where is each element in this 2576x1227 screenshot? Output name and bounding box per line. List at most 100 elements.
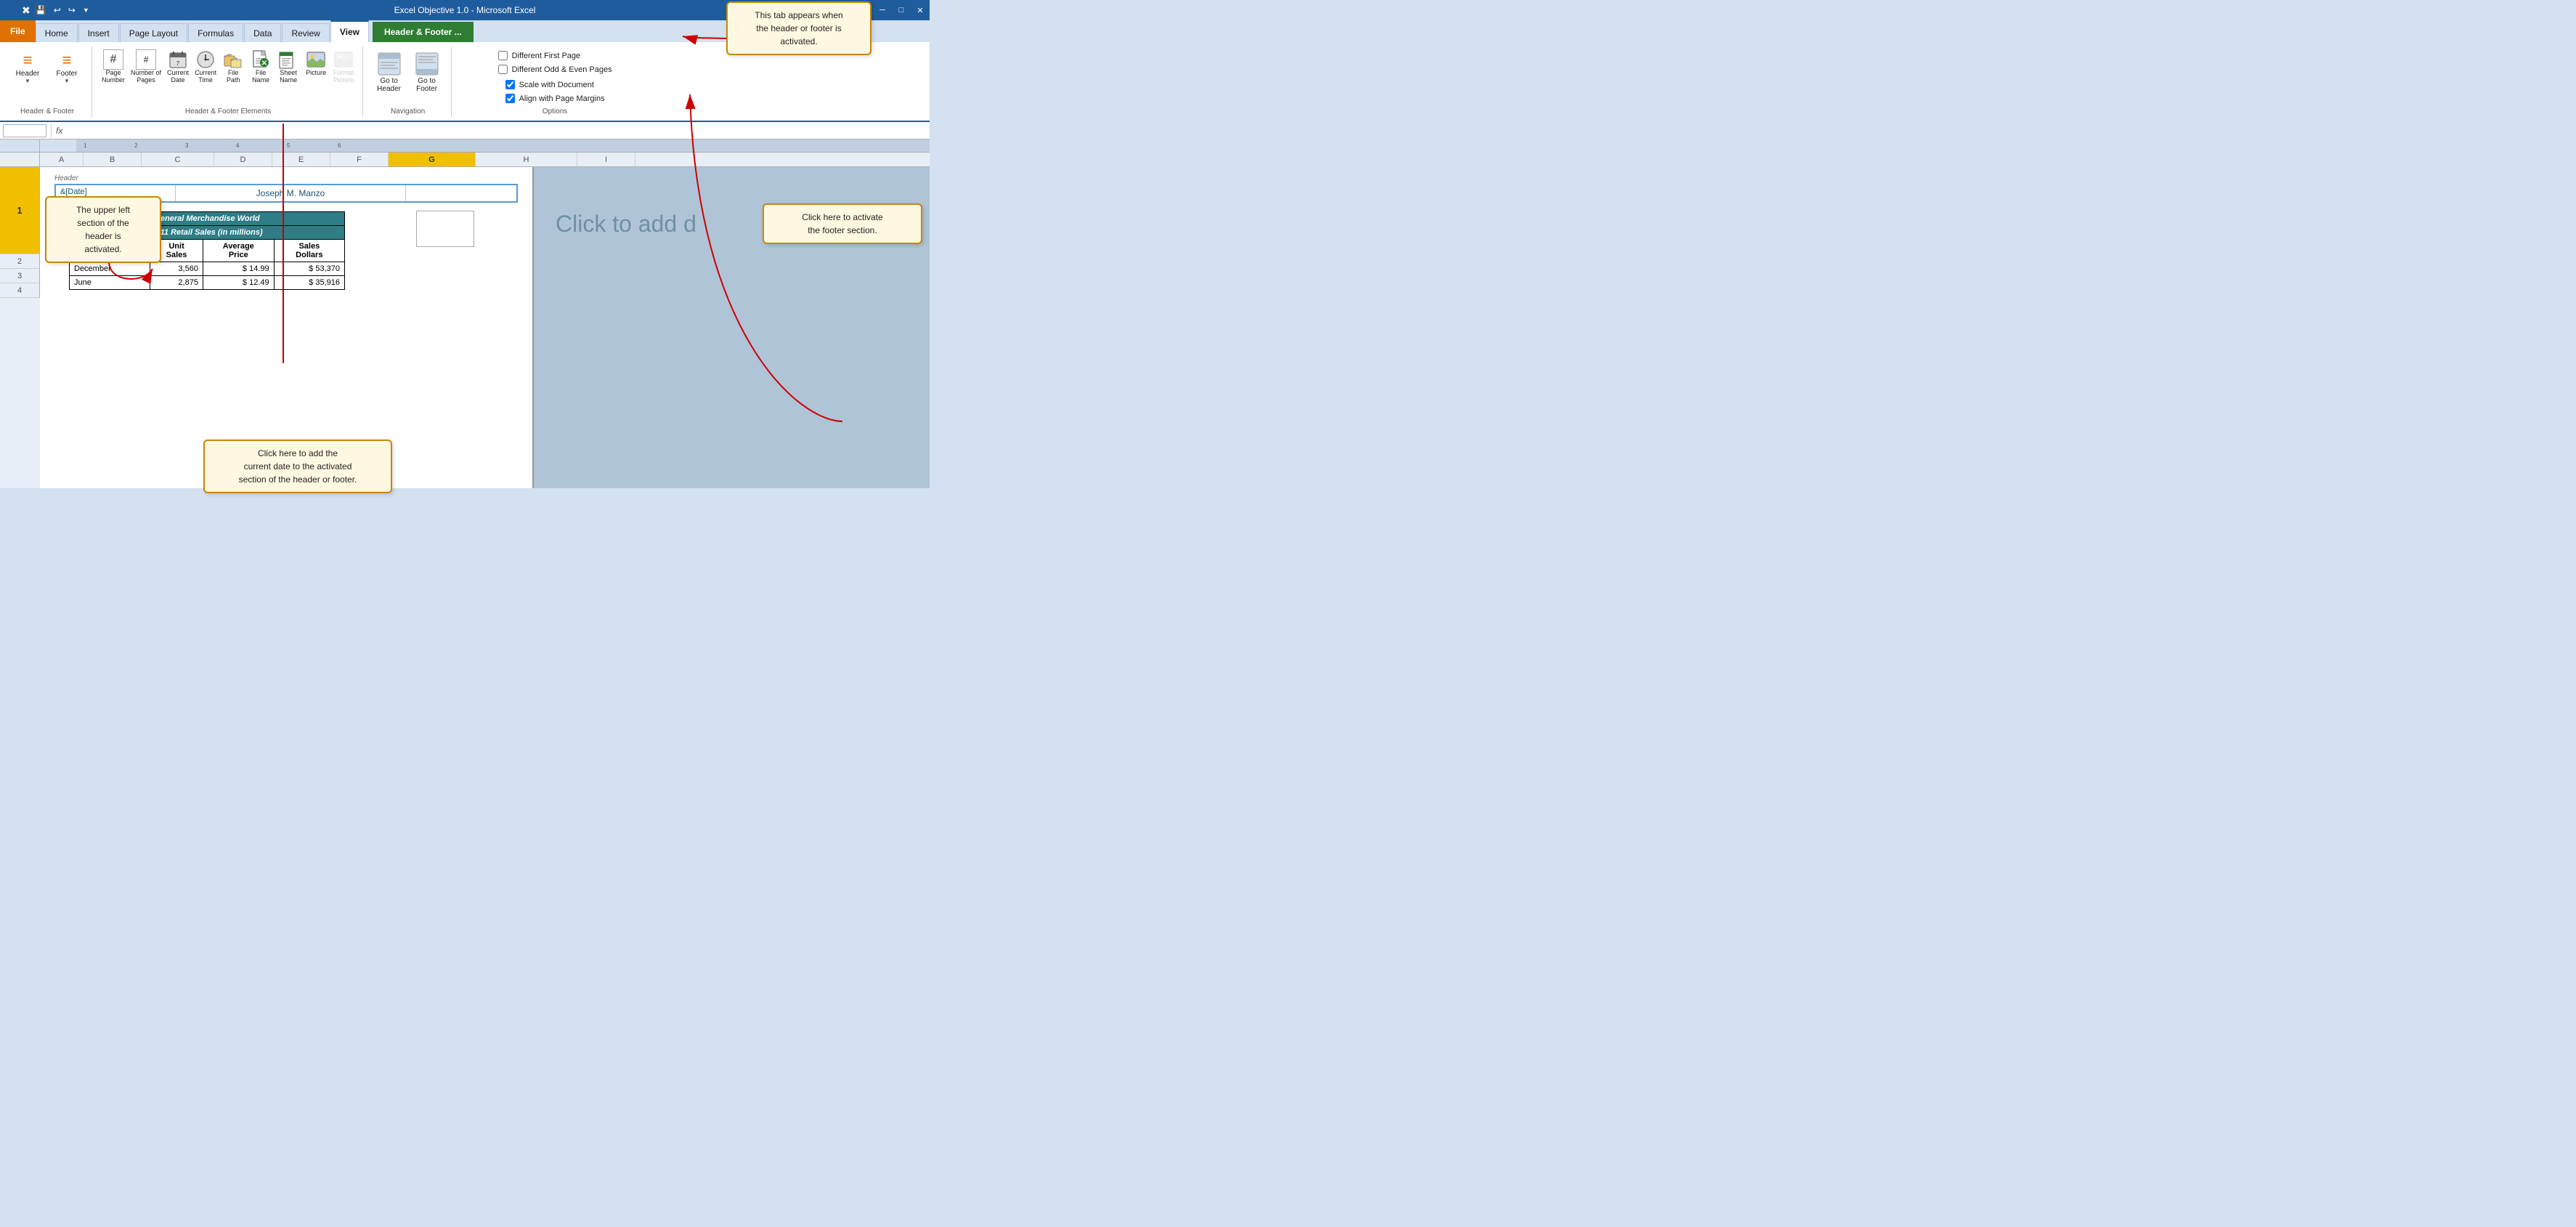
svg-text:✕: ✕ — [261, 60, 267, 68]
tab-data[interactable]: Data — [244, 23, 281, 42]
col-header-f[interactable]: F — [330, 153, 389, 166]
col-headers: A B C D E F G H I — [40, 153, 930, 167]
number-of-pages-icon: # — [136, 49, 156, 70]
row-header-1[interactable]: 1 — [0, 167, 40, 254]
tab-file[interactable]: File — [0, 20, 36, 42]
tab-view[interactable]: View — [330, 20, 369, 42]
navigation-buttons: Go toHeader Go toFooter — [371, 48, 445, 106]
save-icon[interactable]: 💾 — [33, 5, 49, 15]
date-info-callout: Click here to add the current date to th… — [203, 440, 392, 493]
go-to-footer-button[interactable]: Go toFooter — [409, 48, 445, 96]
tab-header-footer[interactable]: Header & Footer ... — [373, 22, 474, 42]
sheet-body: Header &[Date] Joseph M. Manzo General M… — [40, 167, 930, 488]
close-button[interactable]: ✕ — [911, 0, 930, 20]
tab-info-callout: This tab appears when the header or foot… — [726, 1, 871, 55]
file-name-icon: ✕ — [251, 49, 271, 70]
row-header-2[interactable]: 2 — [0, 254, 40, 269]
tab-insert[interactable]: Insert — [78, 23, 119, 42]
table-row: June 2,875 $ 12.49 $ 35,916 — [70, 276, 345, 290]
current-date-button[interactable]: 7 CurrentDate — [165, 48, 191, 86]
maximize-button[interactable]: □ — [892, 0, 911, 20]
table-row: December 3,560 $ 14.99 $ 53,370 — [70, 262, 345, 276]
col-header-h[interactable]: H — [476, 153, 577, 166]
footer-arrow: ▼ — [64, 78, 70, 84]
header-arrow: ▼ — [25, 78, 31, 84]
file-name-button[interactable]: ✕ FileName — [248, 48, 274, 86]
footer-rect — [416, 211, 474, 247]
tab-page-layout[interactable]: Page Layout — [120, 23, 187, 42]
page-number-button[interactable]: # PageNumber — [99, 48, 127, 86]
name-box[interactable] — [3, 124, 46, 137]
different-odd-even-row: Different Odd & Even Pages — [498, 65, 612, 74]
click-to-add-text: Click to add d — [556, 211, 696, 238]
quick-access-toolbar: ✖ 💾 ↩ ↪ ▼ — [22, 0, 92, 20]
different-odd-even-checkbox[interactable] — [498, 65, 508, 74]
ribbon-group-navigation: Go toHeader Go toFooter — [365, 46, 452, 117]
fx-label: fx — [56, 126, 62, 136]
col-header-i[interactable]: I — [577, 153, 635, 166]
cell-unit-dec: 3,560 — [150, 262, 203, 276]
row-header-3[interactable]: 3 — [0, 269, 40, 283]
sheet-content: 1 2 3 4 5 6 A B C D E F G H — [40, 139, 930, 488]
cell-sales-jun: $ 35,916 — [274, 276, 344, 290]
undo-icon[interactable]: ↩ — [52, 5, 63, 15]
window-controls: ─ □ ✕ — [873, 0, 930, 20]
right-panel: Click to add d Click here to activate th… — [534, 167, 930, 488]
col-header-c[interactable]: C — [142, 153, 214, 166]
col-header-e[interactable]: E — [272, 153, 330, 166]
go-to-header-icon — [376, 51, 402, 77]
sheet-name-icon — [278, 49, 298, 70]
col-header-g[interactable]: G — [389, 153, 476, 166]
app-icon: ✖ — [22, 4, 31, 17]
upper-left-callout: The upper left section of the header is … — [45, 196, 161, 263]
cell-month-jun: June — [70, 276, 150, 290]
formula-bar: fx — [0, 122, 930, 139]
ruler: 1 2 3 4 5 6 — [40, 139, 930, 153]
customize-icon[interactable]: ▼ — [81, 7, 92, 14]
current-time-icon — [195, 49, 216, 70]
different-odd-even-label[interactable]: Different Odd & Even Pages — [512, 65, 612, 74]
minimize-button[interactable]: ─ — [873, 0, 892, 20]
formula-input[interactable] — [65, 126, 927, 135]
ribbon-group-options: Different First Page Different Odd & Eve… — [453, 46, 657, 117]
col-header-b[interactable]: B — [84, 153, 142, 166]
col-header-a[interactable]: A — [40, 153, 84, 166]
tab-review[interactable]: Review — [282, 23, 329, 42]
header-button[interactable]: ≡ Header ▼ — [9, 48, 46, 87]
format-picture-button[interactable]: FormatPicture — [330, 48, 357, 86]
align-with-page-margins-checkbox[interactable] — [505, 94, 515, 103]
different-first-page-row: Different First Page — [498, 51, 612, 60]
corner-cell — [0, 139, 40, 167]
tab-formulas[interactable]: Formulas — [188, 23, 243, 42]
go-to-footer-icon — [414, 51, 440, 77]
current-time-button[interactable]: CurrentTime — [192, 48, 219, 86]
footer-button[interactable]: ≡ Footer ▼ — [48, 48, 86, 87]
ribbon-group-elements: # PageNumber # Number ofPages — [94, 46, 363, 117]
file-path-button[interactable]: FilePath — [220, 48, 246, 86]
cell-sales-dec: $ 53,370 — [274, 262, 344, 276]
sheet-name-button[interactable]: SheetName — [275, 48, 301, 86]
row-headers-area: 1 2 3 4 — [0, 139, 40, 488]
tab-home[interactable]: Home — [36, 23, 78, 42]
different-first-page-label[interactable]: Different First Page — [512, 52, 581, 60]
number-of-pages-button[interactable]: # Number ofPages — [129, 48, 163, 86]
header-center-cell[interactable]: Joseph M. Manzo — [176, 185, 406, 201]
cell-unit-jun: 2,875 — [150, 276, 203, 290]
header-right-cell[interactable] — [406, 185, 516, 201]
cell-month-dec: December — [70, 262, 150, 276]
go-to-header-button[interactable]: Go toHeader — [371, 48, 407, 96]
page-number-icon: # — [103, 49, 123, 70]
redo-icon[interactable]: ↪ — [66, 5, 78, 15]
cell-price-jun: $ 12.49 — [203, 276, 274, 290]
scale-with-document-checkbox[interactable] — [505, 80, 515, 89]
row-header-4[interactable]: 4 — [0, 283, 40, 298]
picture-button[interactable]: Picture — [303, 48, 329, 78]
svg-text:7: 7 — [176, 60, 180, 67]
col-sales-dollars: SalesDollars — [274, 240, 344, 262]
col-header-d[interactable]: D — [214, 153, 272, 166]
picture-icon — [306, 49, 326, 70]
align-with-page-margins-label[interactable]: Align with Page Margins — [519, 94, 605, 103]
align-with-page-margins-row: Align with Page Margins — [505, 94, 605, 103]
different-first-page-checkbox[interactable] — [498, 51, 508, 60]
scale-with-document-label[interactable]: Scale with Document — [519, 81, 594, 89]
